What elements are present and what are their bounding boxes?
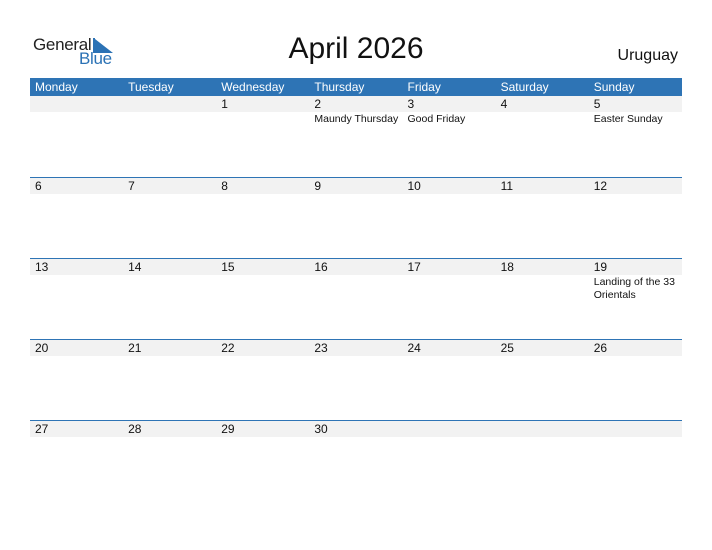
day-cell: 1 <box>216 96 309 126</box>
day-cell: 30 <box>309 421 402 438</box>
day-number: 14 <box>128 260 142 274</box>
day-cell: 4 <box>496 96 589 126</box>
day-number: 13 <box>35 260 49 274</box>
weekday-monday: Monday <box>35 80 78 94</box>
weekday-wednesday: Wednesday <box>221 80 285 94</box>
day-number: 23 <box>314 341 328 355</box>
country-label: Uruguay <box>617 47 678 64</box>
holiday-label: Easter Sunday <box>593 113 663 125</box>
day-cell: 8 <box>216 178 309 195</box>
day-cell: 27 <box>30 421 123 438</box>
day-number: 5 <box>593 97 601 111</box>
day-cell: 19 Landing of the 33 Orientals <box>589 259 682 302</box>
day-number: 7 <box>128 179 135 193</box>
day-cell: 13 <box>30 259 123 302</box>
day-number: 11 <box>500 179 514 193</box>
day-number: 25 <box>500 341 514 355</box>
day-number: 29 <box>221 422 235 436</box>
day-number <box>501 421 589 437</box>
day-cell: 16 <box>309 259 402 302</box>
day-cell: 3 Good Friday <box>403 96 496 126</box>
day-number: 4 <box>500 97 508 111</box>
week-row: 1 2 Maundy Thursday 3 Good Friday 4 5 Easter Su… <box>30 96 682 177</box>
day-number: 1 <box>221 97 228 111</box>
day-cell: 10 <box>403 178 496 195</box>
day-cell: 5 Easter Sunday <box>589 96 682 126</box>
day-number: 3 <box>407 97 415 111</box>
day-number: 26 <box>593 341 608 355</box>
days-row: 13 14 15 16 17 18 19 Landing of the 33 Oriental… <box>30 259 682 302</box>
day-number: 19 <box>593 260 608 274</box>
day-number: 22 <box>221 341 235 355</box>
day-number: 17 <box>407 260 421 274</box>
holiday-label: Maundy Thursday <box>314 113 399 125</box>
week-row: 13 14 15 16 17 18 19 Landing of the 33 Oriental… <box>30 258 682 339</box>
day-number: 2 <box>314 97 322 111</box>
weekday-thursday: Thursday <box>314 80 365 94</box>
day-number: 15 <box>221 260 235 274</box>
day-cell: 18 <box>496 259 589 302</box>
day-cell <box>123 96 216 126</box>
day-cell: 2 Maundy Thursday <box>309 96 402 126</box>
day-number: 8 <box>221 179 228 193</box>
weeks-container: 1 2 Maundy Thursday 3 Good Friday 4 5 Easter Su… <box>30 96 682 501</box>
day-cell: 24 <box>403 340 496 357</box>
day-cell: 23 <box>309 340 402 357</box>
days-row: 20 21 22 23 24 25 26 <box>30 340 682 357</box>
holiday-label: Landing of the 33 Orientals <box>593 276 675 301</box>
day-cell <box>589 421 682 438</box>
weekday-header: Monday Tuesday Wednesday Thursday Friday Satu… <box>30 78 682 96</box>
days-row: 1 2 Maundy Thursday 3 Good Friday 4 5 Easter Su… <box>30 96 682 126</box>
day-number: 6 <box>35 179 42 193</box>
day-cell: 15 <box>216 259 309 302</box>
day-cell: 7 <box>123 178 216 195</box>
weekday-friday: Friday <box>407 80 441 94</box>
day-cell: 9 <box>309 178 402 195</box>
day-cell: 22 <box>216 340 309 357</box>
calendar-title: April 2026 <box>288 32 424 65</box>
day-cell: 29 <box>216 421 309 438</box>
day-cell <box>30 96 123 126</box>
day-cell <box>403 421 496 438</box>
day-cell: 28 <box>123 421 216 438</box>
day-cell: 20 <box>30 340 123 357</box>
day-cell: 11 <box>496 178 589 195</box>
week-row: 27 28 29 30 <box>30 420 682 501</box>
days-row: 6 7 8 9 10 11 12 <box>30 178 682 195</box>
weekday-sunday: Sunday <box>593 80 635 94</box>
day-number <box>35 96 123 112</box>
days-row: 27 28 29 30 <box>30 421 682 438</box>
day-cell: 6 <box>30 178 123 195</box>
day-cell <box>496 421 589 438</box>
holiday-label: Good Friday <box>407 113 466 125</box>
day-number <box>128 96 216 112</box>
day-number: 30 <box>314 422 328 436</box>
week-row: 6 7 8 9 10 11 12 <box>30 177 682 258</box>
day-number: 12 <box>593 179 608 193</box>
day-cell: 14 <box>123 259 216 302</box>
day-cell: 25 <box>496 340 589 357</box>
day-number: 21 <box>128 341 142 355</box>
weekday-tuesday: Tuesday <box>128 80 174 94</box>
day-number: 20 <box>35 341 49 355</box>
weekday-saturday: Saturday <box>500 80 549 94</box>
calendar-grid: Monday Tuesday Wednesday Thursday Friday Satu… <box>30 78 682 501</box>
day-number <box>594 421 682 437</box>
day-number: 16 <box>314 260 328 274</box>
day-number <box>408 421 496 437</box>
day-number: 9 <box>314 179 322 193</box>
day-cell: 26 <box>589 340 682 357</box>
day-number: 27 <box>35 422 49 436</box>
day-cell: 21 <box>123 340 216 357</box>
day-number: 18 <box>500 260 514 274</box>
day-number: 28 <box>128 422 142 436</box>
day-number: 10 <box>407 179 421 193</box>
day-cell: 17 <box>403 259 496 302</box>
day-number: 24 <box>407 341 421 355</box>
day-cell: 12 <box>589 178 682 195</box>
week-row: 20 21 22 23 24 25 26 <box>30 339 682 420</box>
